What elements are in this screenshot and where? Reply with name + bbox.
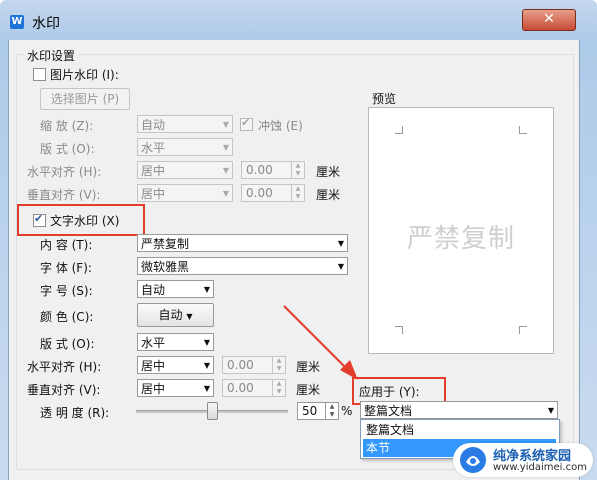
- picture-valign-unit: 厘米: [316, 188, 341, 202]
- text-layout-label: 版 式 (O):: [40, 337, 95, 351]
- size-value: 自动: [141, 283, 166, 297]
- chevron-down-icon: ▼: [203, 384, 210, 393]
- washout-label: 冲蚀 (E): [258, 119, 303, 133]
- picture-layout-select[interactable]: 水平 ▼: [137, 138, 233, 156]
- text-layout-select[interactable]: 水平 ▼: [137, 333, 214, 351]
- text-halign-label: 水平对齐 (H):: [27, 360, 102, 374]
- chevron-down-icon: ▼: [337, 239, 344, 248]
- chevron-down-icon: ▼: [547, 406, 554, 415]
- font-select[interactable]: 微软雅黑 ▼: [137, 257, 348, 275]
- picture-valign-offset[interactable]: 0.00 ▲ ▼: [241, 184, 305, 202]
- apply-to-value: 整篇文档: [364, 404, 413, 418]
- site-logo: 纯净系统家园 www.yidaimei.com: [453, 443, 593, 477]
- dropdown-option-whole-document[interactable]: 整篇文档: [363, 421, 556, 439]
- apply-to-label: 应用于 (Y):: [359, 385, 420, 399]
- window-title: 水印: [32, 16, 60, 32]
- picture-halign-offset-value: 0.00: [246, 163, 273, 177]
- wps-app-icon: W: [10, 15, 24, 29]
- scale-label: 缩 放 (Z):: [40, 119, 94, 133]
- text-watermark-checkbox[interactable]: [33, 212, 46, 227]
- picture-layout-value: 水平: [141, 141, 166, 155]
- picture-watermark-checkbox[interactable]: [33, 68, 46, 81]
- title-bar: [0, 0, 597, 40]
- text-halign-value: 居中: [141, 359, 166, 373]
- preview-panel: 严禁复制: [368, 107, 554, 354]
- content-label: 内 容 (T):: [40, 238, 93, 252]
- content-value: 严禁复制: [141, 237, 190, 251]
- font-value: 微软雅黑: [141, 260, 190, 274]
- transparency-unit: %: [341, 404, 353, 418]
- transparency-label: 透 明 度 (R):: [40, 406, 110, 420]
- spinner-icon[interactable]: ▲ ▼: [291, 185, 304, 201]
- picture-halign-label: 水平对齐 (H):: [27, 165, 102, 179]
- chevron-down-icon: ▼: [222, 189, 229, 198]
- text-valign-offset-value: 0.00: [227, 381, 254, 395]
- transparency-input[interactable]: 50 ▲ ▼: [297, 402, 339, 420]
- spinner-icon[interactable]: ▲ ▼: [291, 162, 304, 178]
- preview-watermark-text: 严禁复制: [406, 224, 515, 254]
- color-label: 颜 色 (C):: [40, 310, 94, 324]
- picture-halign-select[interactable]: 居中 ▼: [137, 161, 233, 179]
- color-value: 自动: [158, 308, 183, 322]
- picture-watermark-label: 图片水印 (I):: [50, 68, 119, 82]
- apply-to-select[interactable]: 整篇文档 ▼: [360, 401, 558, 419]
- select-picture-button[interactable]: 选择图片 (P): [40, 88, 130, 110]
- washout-checkbox[interactable]: [240, 116, 253, 131]
- chevron-down-icon: ▼: [222, 120, 229, 129]
- transparency-value: 50: [302, 404, 318, 418]
- color-picker[interactable]: 自动 ▼: [137, 303, 214, 327]
- text-valign-offset[interactable]: 0.00 ▲ ▼: [222, 379, 286, 397]
- size-label: 字 号 (S):: [40, 284, 93, 298]
- chevron-down-icon: ▼: [186, 312, 193, 321]
- picture-valign-value: 居中: [141, 187, 166, 201]
- chevron-down-icon: ▼: [203, 361, 210, 370]
- scale-value: 自动: [141, 118, 166, 132]
- text-valign-value: 居中: [141, 382, 166, 396]
- text-watermark-label: 文字水印 (X): [50, 214, 120, 228]
- picture-halign-unit: 厘米: [316, 165, 341, 179]
- text-halign-offset[interactable]: 0.00 ▲ ▼: [222, 356, 286, 374]
- margin-corner: [519, 126, 527, 134]
- margin-corner: [395, 126, 403, 134]
- margin-corner: [519, 326, 527, 334]
- picture-valign-offset-value: 0.00: [246, 186, 273, 200]
- margin-corner: [395, 326, 403, 334]
- text-halign-select[interactable]: 居中 ▼: [137, 356, 214, 374]
- chevron-down-icon: ▼: [222, 166, 229, 175]
- chevron-down-icon: ▼: [222, 143, 229, 152]
- picture-valign-select[interactable]: 居中 ▼: [137, 184, 233, 202]
- picture-layout-label: 版 式 (O):: [40, 142, 95, 156]
- logo-url: www.yidaimei.com: [493, 462, 587, 473]
- close-button[interactable]: ✕: [522, 9, 576, 31]
- picture-halign-value: 居中: [141, 164, 166, 178]
- preview-label: 预览: [372, 92, 397, 106]
- annotation-arrow: [283, 305, 358, 380]
- font-label: 字 体 (F):: [40, 261, 92, 275]
- logo-icon: [460, 447, 486, 473]
- scale-select[interactable]: 自动 ▼: [137, 115, 233, 133]
- text-layout-value: 水平: [141, 336, 166, 350]
- text-valign-label: 垂直对齐 (V):: [27, 383, 101, 397]
- group-title: 水印设置: [24, 47, 79, 64]
- text-halign-offset-value: 0.00: [227, 358, 254, 372]
- size-select[interactable]: 自动 ▼: [137, 280, 214, 298]
- transparency-slider-thumb[interactable]: [207, 402, 218, 420]
- content-input[interactable]: 严禁复制 ▼: [137, 234, 348, 252]
- chevron-down-icon: ▼: [203, 285, 210, 294]
- chevron-down-icon: ▼: [337, 262, 344, 271]
- text-valign-select[interactable]: 居中 ▼: [137, 379, 214, 397]
- chevron-down-icon: ▼: [203, 338, 210, 347]
- picture-valign-label: 垂直对齐 (V):: [27, 188, 101, 202]
- picture-halign-offset[interactable]: 0.00 ▲ ▼: [241, 161, 305, 179]
- spinner-icon[interactable]: ▲ ▼: [325, 403, 338, 419]
